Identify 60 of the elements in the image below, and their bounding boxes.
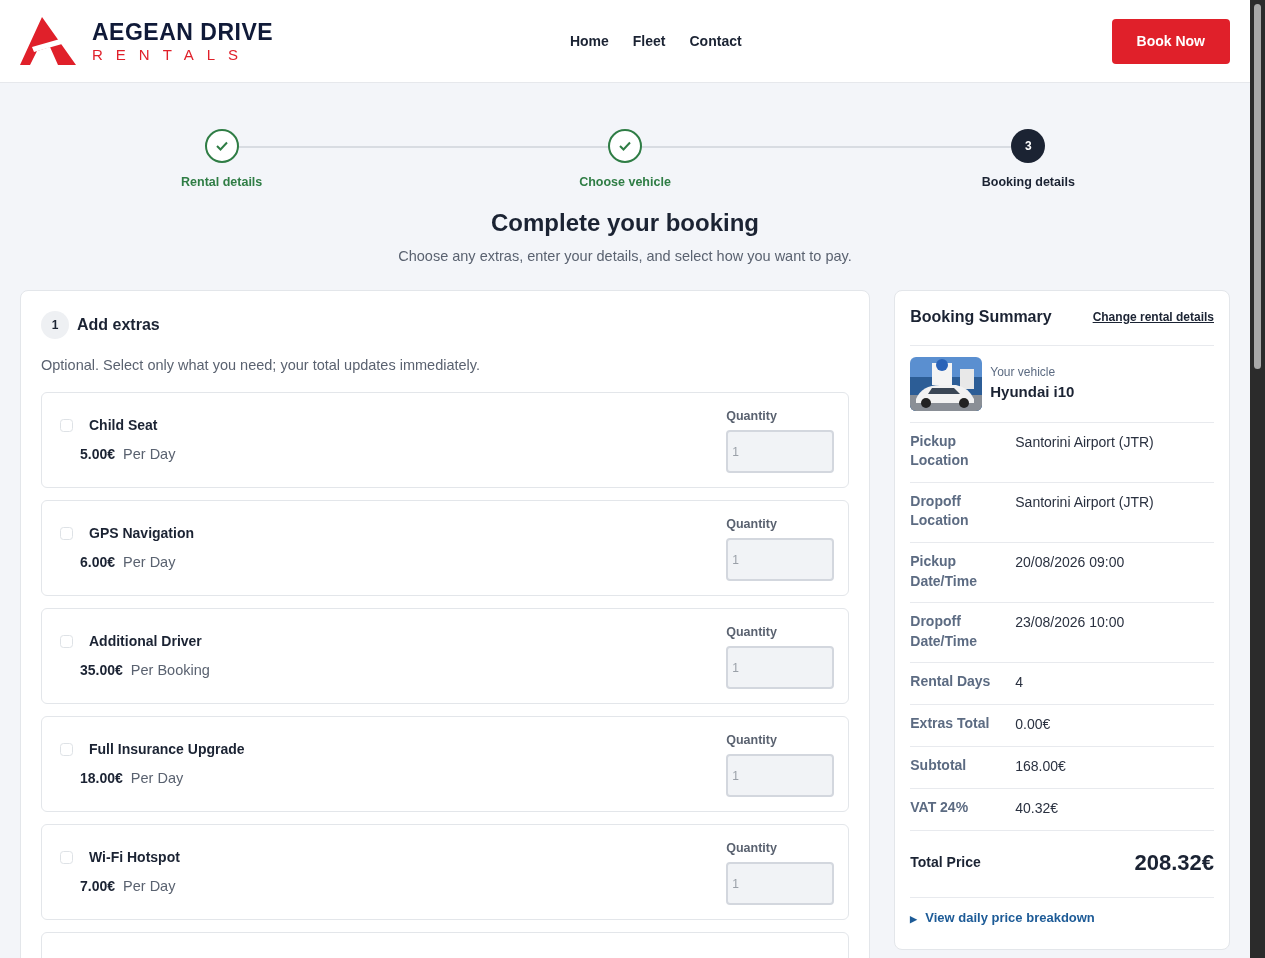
nav-link[interactable]: Fleet bbox=[632, 30, 666, 52]
summary-value: 168.00€ bbox=[1015, 757, 1066, 777]
price-unit: Per Booking bbox=[130, 661, 210, 681]
summary-label: Pickup Date/Time bbox=[910, 551, 978, 591]
book-now-button[interactable]: Book Now bbox=[1111, 18, 1230, 64]
price-breakdown-toggle[interactable]: ▶ View daily price breakdown bbox=[910, 908, 1095, 928]
summary-value: 4 bbox=[1015, 673, 1024, 693]
price-unit: Per Day bbox=[123, 445, 176, 465]
extra-price: 35.00€ bbox=[80, 661, 123, 681]
section-hint: Optional. Select only what you need; your total updates immediately. bbox=[41, 355, 481, 375]
vehicle-label: Your vehicle bbox=[990, 364, 1057, 382]
step-label: Booking details bbox=[981, 174, 1075, 191]
section-title: Add extras bbox=[77, 314, 160, 335]
summary-label: Pickup Location bbox=[910, 431, 970, 471]
extra-name: Additional Driver bbox=[89, 632, 202, 652]
scrollbar[interactable] bbox=[1250, 0, 1265, 958]
extra-price: 6.00€ bbox=[80, 553, 116, 573]
vehicle-name: Hyundai i10 bbox=[990, 382, 1075, 403]
section-number: 1 bbox=[41, 310, 69, 339]
summary-value: 0.00€ bbox=[1015, 715, 1051, 735]
quantity-label: Quantity bbox=[726, 516, 778, 534]
summary-value: Santorini Airport (JTR) bbox=[1015, 492, 1154, 512]
step-number: 3 bbox=[1011, 129, 1046, 163]
extra-name: Wi-Fi Hotspot bbox=[89, 848, 180, 868]
change-rental-details-link[interactable]: Change rental details bbox=[1092, 307, 1214, 326]
brand-name: AEGEAN DRIVE bbox=[92, 20, 274, 44]
quantity-label: Quantity bbox=[726, 408, 778, 426]
extra-price: 18.00€ bbox=[80, 769, 123, 789]
nav-link[interactable]: Home bbox=[569, 30, 609, 52]
quantity-label: Quantity bbox=[726, 624, 778, 642]
nav-link[interactable]: Contact bbox=[689, 30, 742, 52]
total-label: Total Price bbox=[910, 853, 981, 873]
extra-name: GPS Navigation bbox=[89, 524, 195, 544]
summary-label: Subtotal bbox=[910, 756, 968, 776]
summary-value: 40.32€ bbox=[1015, 799, 1059, 819]
summary-label: Dropoff Location bbox=[910, 491, 970, 531]
summary-label: Extras Total bbox=[910, 714, 991, 734]
summary-value: 20/08/2026 09:00 bbox=[1015, 552, 1125, 572]
summary-value: Santorini Airport (JTR) bbox=[1015, 432, 1154, 452]
logo-icon bbox=[20, 17, 76, 65]
price-unit: Per Day bbox=[123, 877, 176, 897]
page-title: Complete your booking bbox=[490, 209, 760, 238]
step-label: Choose vehicle bbox=[579, 174, 671, 191]
extra-name: Child Seat bbox=[89, 416, 158, 436]
extra-price: 5.00€ bbox=[80, 445, 116, 465]
price-unit: Per Day bbox=[123, 553, 176, 573]
summary-label: Rental Days bbox=[910, 672, 992, 692]
extra-name: Full Insurance Upgrade bbox=[89, 740, 245, 760]
summary-label: Dropoff Date/Time bbox=[910, 612, 978, 651]
quantity-label: Quantity bbox=[726, 840, 778, 858]
page-subtitle: Choose any extras, enter your details, and select how you want to pay. bbox=[397, 246, 853, 266]
summary-label: VAT 24% bbox=[910, 798, 970, 818]
total-price: 208.32€ bbox=[1134, 849, 1214, 878]
extra-price: 7.00€ bbox=[80, 877, 116, 897]
summary-title: Booking Summary bbox=[910, 306, 1052, 327]
step-label: Rental details bbox=[181, 174, 263, 191]
brand-tagline: RENTALS bbox=[92, 46, 253, 62]
summary-value: 23/08/2026 10:00 bbox=[1015, 613, 1125, 633]
quantity-label: Quantity bbox=[726, 732, 778, 750]
price-unit: Per Day bbox=[130, 769, 184, 789]
